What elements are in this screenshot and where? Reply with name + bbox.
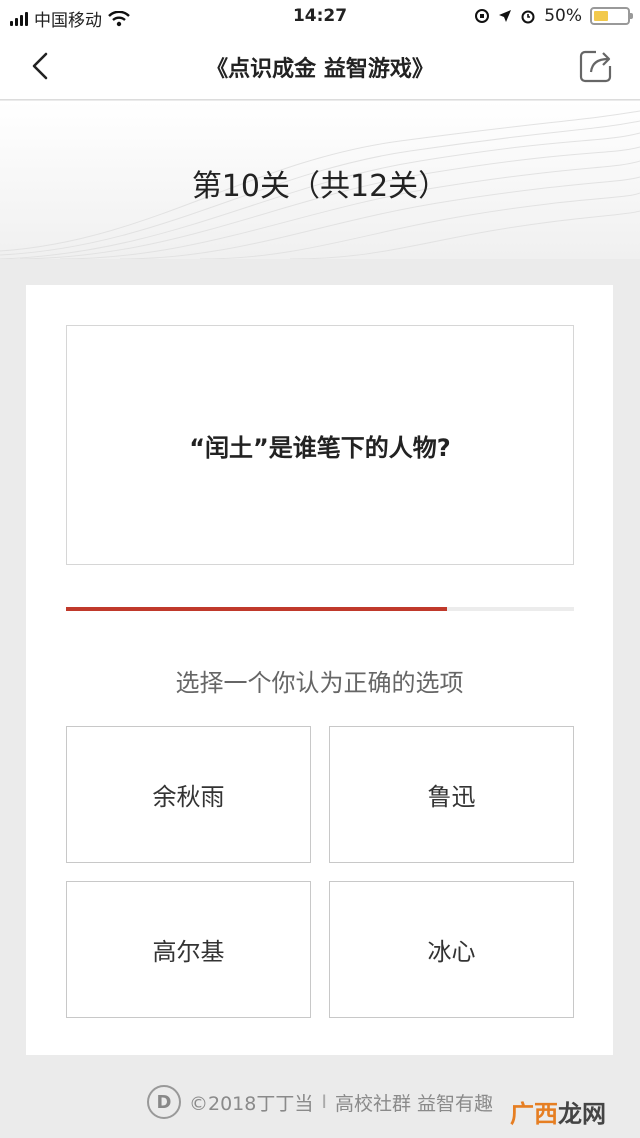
question-card: “闰土”是谁笔下的人物? 选择一个你认为正确的选项 余秋雨 鲁迅 高尔基 冰心: [26, 285, 613, 1055]
copyright-text: ©2018丁丁当: [188, 1092, 314, 1115]
chevron-left-icon: [32, 52, 48, 80]
battery-fill: [594, 11, 608, 21]
option-button-2[interactable]: 鲁迅: [329, 726, 574, 863]
location-icon: [499, 10, 512, 22]
rotation-lock-icon: [475, 9, 490, 23]
question-box: “闰土”是谁笔下的人物?: [66, 325, 574, 565]
battery-percent: 50%: [544, 6, 582, 26]
option-button-4[interactable]: 冰心: [329, 881, 574, 1018]
footer-slogan: 高校社群 益智有趣: [334, 1092, 493, 1115]
timer-progress-fill: [66, 607, 447, 611]
instruction-text: 选择一个你认为正确的选项: [175, 669, 464, 697]
level-header: 第10关（共12关）: [0, 101, 640, 259]
timer-progress-bar: [66, 607, 574, 611]
options-grid: 余秋雨 鲁迅 高尔基 冰心: [66, 726, 574, 1018]
watermark-part2: 龙网: [558, 1100, 606, 1128]
page-title: 《点识成金 益智游戏》: [206, 57, 434, 82]
level-title: 第10关（共12关）: [191, 169, 449, 204]
status-bar: 中国移动 14:27 50%: [0, 0, 640, 34]
watermark: 广西龙网: [510, 1094, 606, 1129]
brand-logo-icon: D: [146, 1085, 181, 1119]
share-icon: [579, 50, 612, 83]
battery-icon: [590, 7, 633, 25]
watermark-part1: 广西: [510, 1100, 558, 1128]
back-button[interactable]: [22, 48, 58, 84]
alarm-icon: [521, 10, 535, 24]
option-button-3[interactable]: 高尔基: [66, 881, 311, 1018]
question-text: “闰土”是谁笔下的人物?: [189, 433, 451, 462]
footer-separator: I: [321, 1091, 327, 1113]
status-right: 50%: [474, 6, 633, 26]
share-button[interactable]: [578, 48, 614, 84]
option-button-1[interactable]: 余秋雨: [66, 726, 311, 863]
nav-bar: 《点识成金 益智游戏》: [0, 34, 640, 100]
